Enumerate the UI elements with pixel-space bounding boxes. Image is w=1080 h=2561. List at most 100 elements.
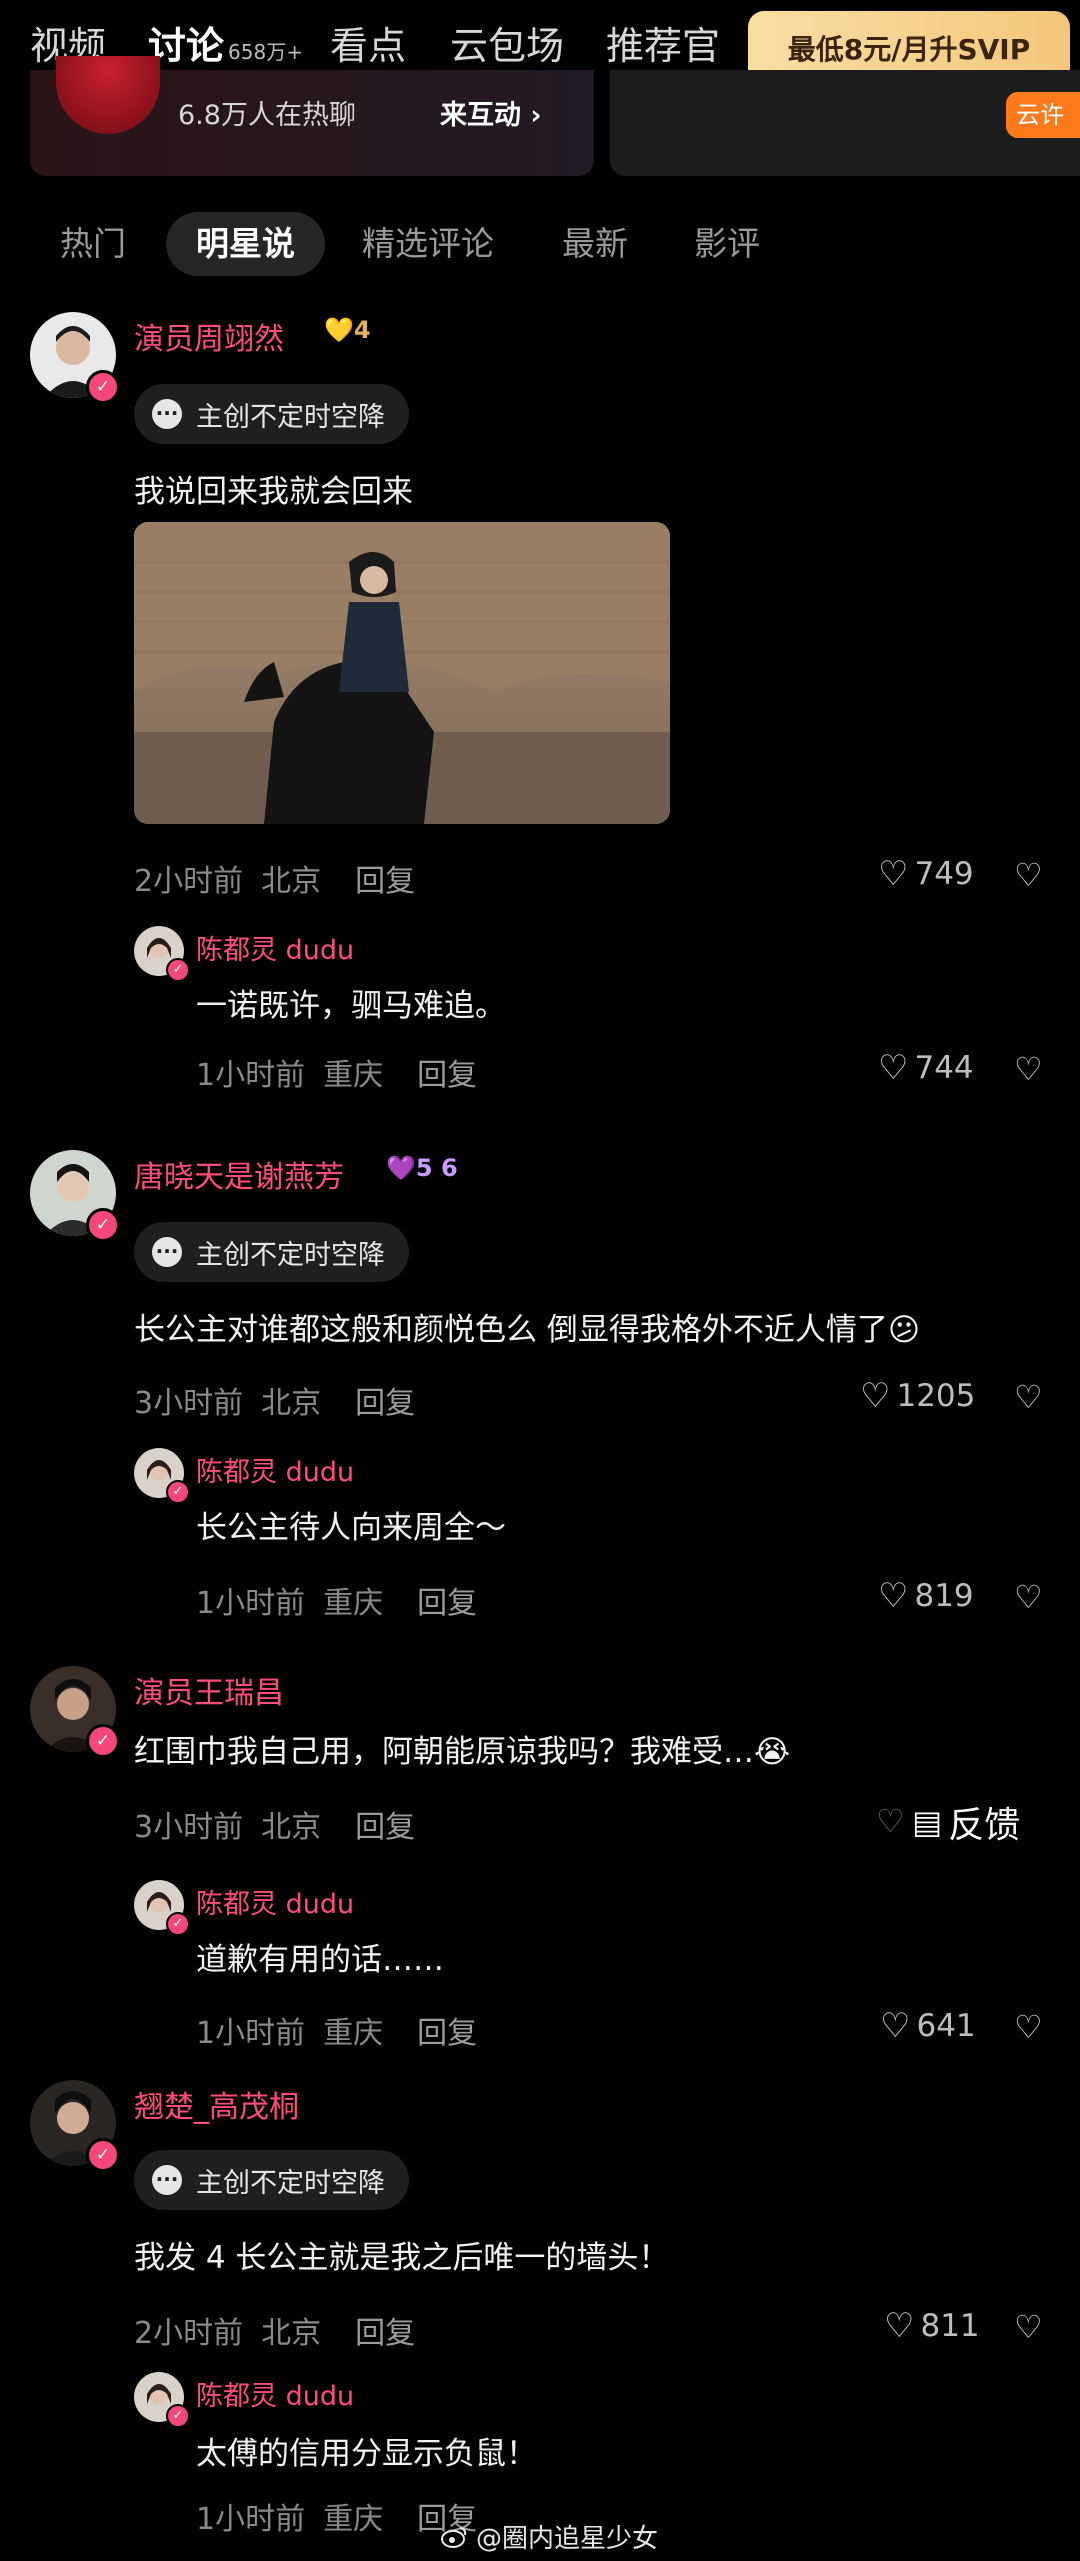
comment-meta: 2小时前 北京 回复 — [134, 856, 433, 900]
comment-text: 长公主对谁都这般和颜悦色么 倒显得我格外不近人情了😕 — [134, 1312, 921, 1348]
comment-meta: 3小时前 北京 回复 — [134, 1378, 433, 1422]
reply-time: 1小时前 — [196, 1586, 306, 1621]
reply-location: 重庆 — [323, 1058, 384, 1093]
reply-button[interactable]: 回复 — [417, 1058, 477, 1093]
reply-location: 重庆 — [323, 2502, 384, 2537]
reply-time: 1小时前 — [196, 2016, 306, 2051]
reply-time: 1小时前 — [196, 2502, 306, 2537]
reply-button[interactable]: 回复 — [355, 1810, 415, 1845]
reply-time: 1小时前 — [196, 1058, 306, 1093]
reply-button[interactable]: 回复 — [417, 1586, 477, 1621]
like-button[interactable]: ♡ 1205 — [860, 1376, 975, 1416]
discuss-count: 658万+ — [228, 40, 303, 64]
reply-meta: 1小时前 重庆 回复 — [196, 1578, 495, 1622]
creator-tag: ··· 主创不定时空降 — [134, 2150, 409, 2210]
comment-time: 2小时前 — [134, 2316, 244, 2351]
reply-text: 道歉有用的话…… — [196, 1942, 444, 1978]
comment-username[interactable]: 唐晓天是谢燕芳 — [134, 1152, 344, 1196]
join-chat-link[interactable]: 来互动 › — [440, 93, 542, 132]
feedback-label: 反馈 — [948, 1805, 1021, 1846]
reply-text: 一诺既许，驷马难追。 — [196, 988, 506, 1024]
comment-meta: 3小时前 北京 回复 — [134, 1802, 433, 1846]
subtab-latest[interactable]: 最新 — [562, 218, 628, 270]
heart-outline-icon: ♡ — [860, 1376, 891, 1416]
reply-text: 长公主待人向来周全～ — [196, 1510, 506, 1546]
creator-tag: ··· 主创不定时空降 — [134, 384, 409, 444]
broken-heart-icon[interactable]: ♡ — [1014, 1378, 1043, 1416]
online-count-text: 6.8万人在热聊 — [178, 100, 356, 131]
watermark: @圈内追星少女 — [440, 2518, 658, 2555]
subtab-reviews[interactable]: 影评 — [694, 218, 760, 270]
broken-heart-icon[interactable]: ♡ — [1014, 856, 1043, 894]
chat-bubble-icon: ··· — [152, 399, 182, 429]
comment-username[interactable]: 演员周翊然 — [134, 314, 284, 358]
chat-bubble-icon: ··· — [152, 2165, 182, 2195]
tab-recommender[interactable]: 推荐官 — [606, 20, 720, 72]
weibo-logo-icon — [441, 2526, 467, 2548]
creator-tag-label: 主创不定时空降 — [196, 1239, 385, 1271]
subtab-featured[interactable]: 精选评论 — [362, 218, 494, 270]
comment-username[interactable]: 翘楚_高茂桐 — [134, 2082, 299, 2126]
verified-badge-icon: ✓ — [166, 1480, 190, 1504]
like-button[interactable]: ♡ 819 — [878, 1576, 974, 1616]
tab-cloud-screening[interactable]: 云包场 — [450, 20, 564, 72]
reply-button[interactable]: 回复 — [355, 864, 415, 899]
comment-text: 我说回来我就会回来 — [134, 474, 413, 510]
feedback-button[interactable]: ▤ 反馈 — [912, 1796, 1020, 1848]
verified-badge-icon: ✓ — [166, 2404, 190, 2428]
reply-button[interactable]: 回复 — [355, 2316, 415, 2351]
comment-text: 我发 4 长公主就是我之后唯一的墙头！ — [134, 2240, 670, 2276]
tab-highlights[interactable]: 看点 — [330, 20, 406, 72]
level-badge-icon: 💛4 — [324, 316, 371, 344]
reply-button[interactable]: 回复 — [355, 1386, 415, 1421]
subtab-hot[interactable]: 热门 — [60, 218, 126, 270]
subtab-star-talk[interactable]: 明星说 — [166, 212, 325, 276]
verified-badge-icon: ✓ — [86, 2138, 120, 2172]
level-badge-icon: 💜5 6 — [386, 1154, 458, 1182]
reply-username[interactable]: 陈都灵 dudu — [196, 1450, 354, 1489]
comment-location: 北京 — [261, 1810, 322, 1845]
comment-location: 北京 — [261, 864, 322, 899]
comment-username[interactable]: 演员王瑞昌 — [134, 1668, 284, 1712]
banner-tag: 云许 — [1006, 92, 1080, 138]
comment-image[interactable] — [134, 522, 670, 824]
like-count: 811 — [920, 2308, 980, 2344]
reply-meta: 1小时前 重庆 回复 — [196, 2008, 495, 2052]
reply-location: 重庆 — [323, 2016, 384, 2051]
heart-outline-icon: ♡ — [878, 1576, 909, 1616]
like-button[interactable]: ♡ 811 — [884, 2306, 980, 2346]
like-button[interactable]: ♡ 744 — [878, 1048, 974, 1088]
heart-outline-icon: ♡ — [880, 2006, 911, 2046]
level-badge-number: 4 — [353, 316, 371, 344]
comment-time: 2小时前 — [134, 864, 244, 899]
comment-location: 北京 — [261, 2316, 322, 2351]
broken-heart-icon[interactable]: ♡ — [1014, 1050, 1043, 1088]
verified-badge-icon: ✓ — [166, 1912, 190, 1936]
like-count: 1205 — [896, 1378, 976, 1414]
heart-outline-icon: ♡ — [878, 1048, 909, 1088]
reply-button[interactable]: 回复 — [417, 2016, 477, 2051]
like-count: 744 — [914, 1050, 974, 1086]
verified-badge-icon: ✓ — [86, 370, 120, 404]
like-button[interactable]: ♡ 749 — [878, 854, 974, 894]
creator-tag-label: 主创不定时空降 — [196, 401, 385, 433]
reply-username[interactable]: 陈都灵 dudu — [196, 928, 354, 967]
heart-outline-icon[interactable]: ♡ — [876, 1802, 905, 1840]
feedback-icon: ▤ — [912, 1803, 943, 1841]
reply-username[interactable]: 陈都灵 dudu — [196, 1882, 354, 1921]
reply-username[interactable]: 陈都灵 dudu — [196, 2374, 354, 2413]
watermark-text: @圈内追星少女 — [476, 2524, 659, 2554]
comment-location: 北京 — [261, 1386, 322, 1421]
broken-heart-icon[interactable]: ♡ — [1014, 2008, 1043, 2046]
like-button[interactable]: ♡ 641 — [880, 2006, 976, 2046]
heart-outline-icon: ♡ — [878, 854, 909, 894]
heart-outline-icon: ♡ — [884, 2306, 915, 2346]
verified-badge-icon: ✓ — [166, 958, 190, 982]
comment-time: 3小时前 — [134, 1386, 244, 1421]
chat-bubble-icon: ··· — [152, 1237, 182, 1267]
comment-time: 3小时前 — [134, 1810, 244, 1845]
broken-heart-icon[interactable]: ♡ — [1014, 1578, 1043, 1616]
broken-heart-icon[interactable]: ♡ — [1014, 2308, 1043, 2346]
comment-text: 红围巾我自己用，阿朝能原谅我吗？我难受…😭 — [134, 1734, 791, 1770]
reply-text: 太傅的信用分显示负鼠！ — [196, 2436, 537, 2472]
